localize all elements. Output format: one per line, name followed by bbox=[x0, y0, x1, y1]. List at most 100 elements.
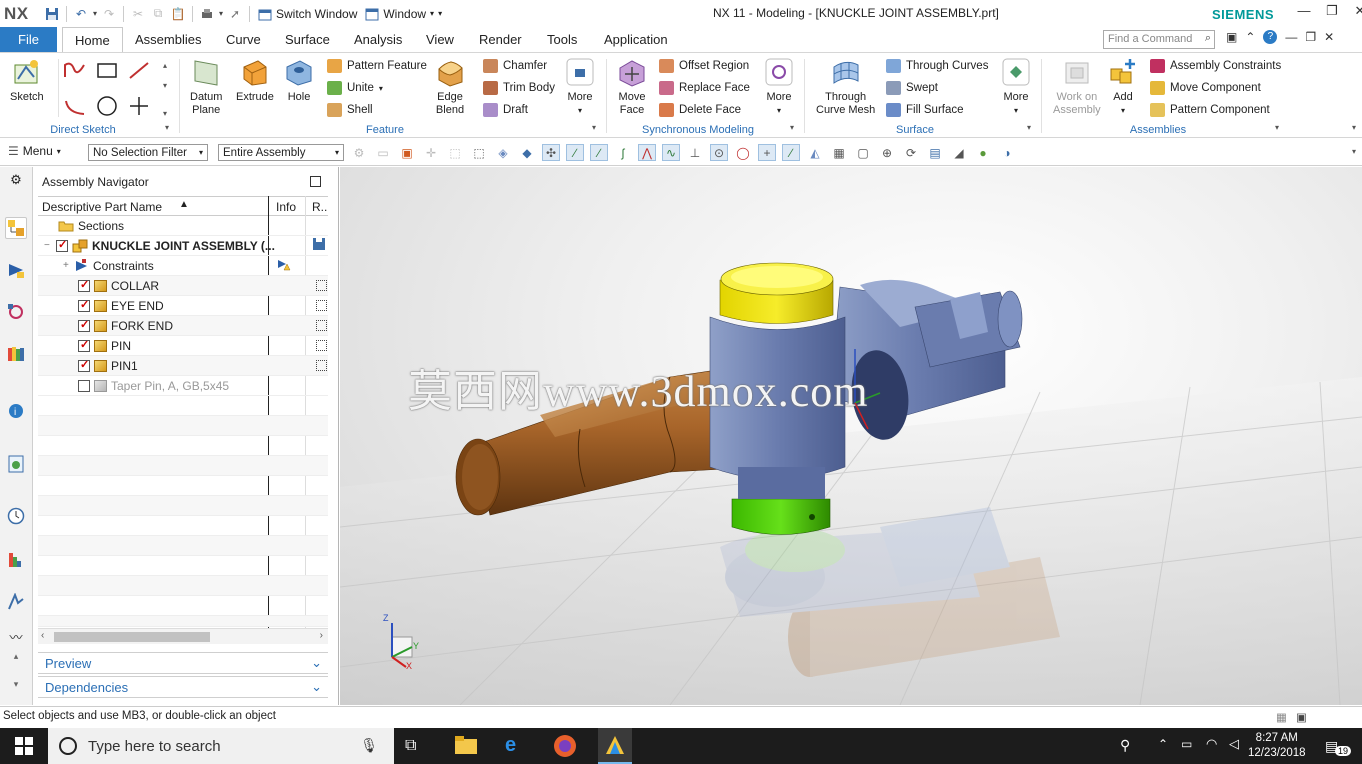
scroll-up-icon[interactable]: ▴ bbox=[5, 645, 27, 667]
point-icon[interactable] bbox=[126, 95, 152, 117]
graphics-window[interactable]: Z Y X bbox=[340, 167, 1362, 705]
through-curves-button[interactable]: Through Curves bbox=[886, 57, 988, 75]
tab-view[interactable]: View bbox=[426, 27, 454, 52]
feature-more-button[interactable]: More ▾ bbox=[565, 57, 595, 117]
tab-render[interactable]: Render bbox=[479, 27, 522, 52]
assembly-constraints-button[interactable]: Assembly Constraints bbox=[1150, 57, 1281, 75]
visibility-checkbox[interactable] bbox=[78, 338, 90, 352]
curve-point-icon[interactable]: ∿ bbox=[662, 144, 680, 161]
collapse-icon[interactable]: − bbox=[44, 240, 50, 251]
select-feature-icon[interactable]: ✛ bbox=[422, 144, 440, 161]
dropdown-arrow-icon[interactable]: ▾ bbox=[217, 4, 225, 24]
selection-scope-select[interactable]: Entire Assembly ▾ bbox=[218, 144, 344, 161]
selection-filter-select[interactable]: No Selection Filter ▾ bbox=[88, 144, 208, 161]
collapse-ribbon-icon[interactable]: ⌃ bbox=[1245, 30, 1255, 44]
nx-taskbar-icon[interactable] bbox=[598, 728, 632, 764]
mid-point-icon[interactable]: ∕ bbox=[590, 144, 608, 161]
paste-icon[interactable]: 📋 bbox=[168, 4, 188, 24]
datum-plane-button[interactable]: Datum Plane bbox=[190, 57, 222, 117]
select-face-icon[interactable]: ◈ bbox=[494, 144, 512, 161]
save-icon[interactable] bbox=[42, 4, 62, 24]
add-component-button[interactable]: Add ▾ bbox=[1108, 57, 1138, 117]
swept-button[interactable]: Swept bbox=[886, 79, 938, 97]
web-browser-icon[interactable] bbox=[5, 453, 27, 475]
scroll-right-icon[interactable]: › bbox=[320, 630, 323, 641]
taskbar-clock[interactable]: 8:27 AM 12/23/2018 bbox=[1248, 731, 1306, 761]
ribbon-options-icon[interactable]: ▣ bbox=[1226, 30, 1237, 44]
table-row[interactable]: + Constraints bbox=[38, 256, 328, 276]
arc-center-icon[interactable]: ⊥ bbox=[686, 144, 704, 161]
control-point-icon[interactable]: ʃ bbox=[614, 144, 632, 161]
replace-face-button[interactable]: Replace Face bbox=[659, 79, 750, 97]
window-menu-button[interactable]: Window ▾ ▾ bbox=[365, 7, 442, 21]
offset-region-button[interactable]: Offset Region bbox=[659, 57, 749, 75]
dependencies-panel-header[interactable]: Dependencies ⌄ bbox=[38, 676, 328, 698]
column-header-r[interactable]: R.. bbox=[312, 200, 327, 214]
sketch-button[interactable]: Sketch bbox=[10, 57, 44, 104]
rectangle-select-icon[interactable]: ⬚ bbox=[470, 144, 488, 161]
scroll-down-icon[interactable]: ▾ bbox=[5, 673, 27, 695]
chamfer-button[interactable]: Chamfer bbox=[483, 57, 547, 75]
visibility-checkbox[interactable] bbox=[78, 278, 90, 292]
tab-home[interactable]: Home bbox=[62, 27, 123, 52]
windows-start-icon[interactable] bbox=[15, 737, 33, 758]
visibility-checkbox[interactable] bbox=[56, 238, 68, 252]
people-icon[interactable]: ⚲ bbox=[1120, 737, 1130, 754]
quadrant-point-icon[interactable]: ⊙ bbox=[710, 144, 728, 161]
reuse-library-icon[interactable] bbox=[5, 343, 27, 365]
microphone-icon[interactable]: 🎙 bbox=[360, 737, 378, 754]
minimize-icon[interactable]: — bbox=[1297, 3, 1311, 19]
rotate-view-icon[interactable]: ⟳ bbox=[902, 144, 920, 161]
visibility-checkbox[interactable] bbox=[78, 379, 90, 392]
scroll-left-icon[interactable]: ‹ bbox=[41, 630, 44, 641]
tab-application[interactable]: Application bbox=[604, 27, 668, 52]
work-on-assembly-button[interactable]: Work on Assembly bbox=[1053, 57, 1101, 117]
roles-icon[interactable] bbox=[5, 591, 27, 613]
taskbar-search-input[interactable]: Type here to search 🎙 bbox=[48, 728, 394, 764]
table-row[interactable]: Sections bbox=[38, 216, 328, 236]
gallery-down-icon[interactable]: ▾ bbox=[163, 81, 167, 90]
visibility-checkbox[interactable] bbox=[78, 358, 90, 372]
chevron-down-icon[interactable]: ⌄ bbox=[311, 679, 322, 695]
edge-browser-icon[interactable]: e bbox=[505, 734, 516, 757]
repeat-command-icon[interactable] bbox=[197, 4, 217, 24]
table-row[interactable]: Taper Pin, A, GB,5x45 bbox=[38, 376, 328, 396]
group-options-icon[interactable]: ▾ bbox=[592, 123, 596, 132]
help-icon[interactable]: ? bbox=[1263, 30, 1278, 44]
tab-assemblies[interactable]: Assemblies bbox=[135, 27, 201, 52]
preview-panel-header[interactable]: Preview ⌄ bbox=[38, 652, 328, 674]
scrollbar-thumb[interactable] bbox=[54, 632, 210, 642]
gear-icon[interactable]: ⚙ bbox=[5, 169, 27, 191]
shell-button[interactable]: Shell bbox=[327, 101, 373, 119]
group-options-icon[interactable]: ▾ bbox=[1027, 123, 1031, 132]
ribbon-options-icon[interactable]: ▾ bbox=[1352, 123, 1356, 132]
process-studio-icon[interactable] bbox=[5, 549, 27, 571]
move-face-button[interactable]: Move Face bbox=[617, 57, 647, 117]
expand-icon[interactable]: + bbox=[63, 260, 69, 271]
column-header-info[interactable]: Info bbox=[276, 200, 296, 214]
toolbar-options-icon[interactable]: ▾ bbox=[1352, 147, 1356, 156]
select-solid-icon[interactable]: ◆ bbox=[518, 144, 536, 161]
switch-window-button[interactable]: Switch Window bbox=[258, 7, 357, 21]
visibility-checkbox[interactable] bbox=[78, 318, 90, 332]
tab-curve[interactable]: Curve bbox=[226, 27, 261, 52]
rectangle-icon[interactable] bbox=[94, 59, 120, 81]
surface-more-button[interactable]: More ▾ bbox=[1001, 57, 1031, 117]
bounded-grid-icon[interactable]: ◭ bbox=[806, 144, 824, 161]
delete-face-button[interactable]: Delete Face bbox=[659, 101, 741, 119]
table-row[interactable]: − KNUCKLE JOINT ASSEMBLY (... bbox=[38, 236, 328, 256]
tab-surface[interactable]: Surface bbox=[285, 27, 330, 52]
history-icon[interactable] bbox=[5, 505, 27, 527]
table-row[interactable]: EYE END bbox=[38, 296, 328, 316]
select-body-icon[interactable]: ⬚ bbox=[446, 144, 464, 161]
pattern-feature-button[interactable]: Pattern Feature bbox=[327, 57, 427, 75]
constraint-navigator-icon[interactable] bbox=[5, 259, 27, 281]
fit-view-icon[interactable]: ▢ bbox=[854, 144, 872, 161]
firefox-icon[interactable] bbox=[553, 734, 577, 761]
trim-body-button[interactable]: Trim Body bbox=[483, 79, 555, 97]
select-component-icon[interactable]: ▭ bbox=[374, 144, 392, 161]
sync-more-button[interactable]: More ▾ bbox=[764, 57, 794, 117]
move-component-button[interactable]: Move Component bbox=[1150, 79, 1261, 97]
maximize-icon[interactable] bbox=[310, 176, 321, 187]
file-explorer-icon[interactable] bbox=[455, 736, 477, 757]
